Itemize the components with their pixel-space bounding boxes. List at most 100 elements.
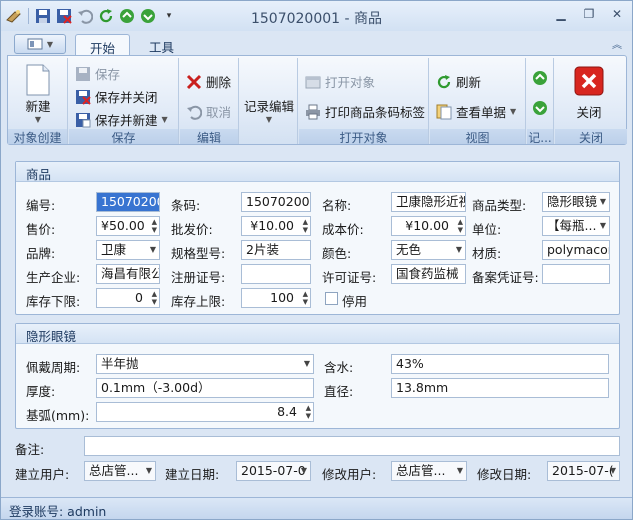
record-field[interactable] [542, 264, 610, 284]
open-object-icon [305, 76, 321, 88]
record-edit-button[interactable]: 记录编辑 ▼ [242, 96, 296, 124]
open-object-button[interactable]: 打开对象 [305, 72, 375, 91]
disabled-checkbox[interactable] [325, 292, 338, 305]
save-new-button[interactable]: 保存并新建 ▼ [75, 110, 168, 129]
undo-label: 取消 [206, 105, 232, 120]
save-button[interactable]: 保存 [75, 64, 120, 83]
water-value: 43% [396, 356, 424, 371]
save-close-button[interactable]: 保存并关闭 [75, 87, 158, 106]
material-value: polymacon [547, 242, 610, 257]
spec-field[interactable]: 2片装 [241, 240, 311, 260]
refresh-label: 刷新 [456, 75, 482, 90]
spec-label: 规格型号: [171, 246, 226, 261]
group-label: 编辑 [180, 129, 238, 145]
chevron-down-icon: ▼ [145, 466, 152, 475]
close-window-icon[interactable]: ✕ [608, 5, 626, 23]
spinner-icon[interactable]: ▲ ▼ [152, 218, 157, 234]
new-button[interactable]: 新建 ▼ [16, 64, 60, 124]
modifier-select[interactable]: 总店管... ▼ [391, 461, 467, 481]
note-field[interactable] [84, 436, 620, 456]
group-save: 保存 保存并关闭 保存并新建 ▼ 保存 [69, 58, 179, 145]
regno-field[interactable] [241, 264, 311, 284]
name-value: 卫康隐形近视 [396, 194, 466, 209]
tab-tools[interactable]: 工具 [135, 34, 188, 56]
stock-min-value: 0 [135, 290, 143, 305]
spinner-icon[interactable]: ▲ ▼ [303, 290, 308, 306]
app-menu-button[interactable]: ▼ [14, 34, 66, 54]
unit-select[interactable]: 【每瓶... ▼ [542, 216, 610, 236]
chevron-down-icon: ▼ [599, 221, 606, 230]
maker-field[interactable]: 海昌有限公 [96, 264, 160, 284]
save-close-label: 保存并关闭 [95, 90, 158, 105]
save-close-icon [76, 89, 91, 105]
brand-value: 卫康 [101, 242, 127, 257]
spinner-icon[interactable]: ▲ ▼ [306, 404, 311, 420]
wholesale-field[interactable]: ¥10.00 ▲ ▼ [241, 216, 311, 236]
restore-icon[interactable]: ❐ [580, 5, 598, 23]
code-label: 编号: [26, 198, 56, 213]
group-label: 对象创建 [8, 129, 67, 145]
close-label: 关闭 [576, 105, 602, 120]
previous-record-button[interactable] [532, 70, 548, 86]
code-value: 1507020001 [101, 194, 159, 209]
spec-value: 2片装 [246, 242, 279, 257]
price-value: ¥50.00 [101, 218, 145, 233]
brand-select[interactable]: 卫康 ▼ [96, 240, 160, 260]
color-select[interactable]: 无色 ▼ [391, 240, 466, 260]
move-down-icon [533, 101, 547, 115]
spinner-icon[interactable]: ▲ ▼ [303, 218, 308, 234]
creator-value: 总店管... [89, 463, 139, 478]
lens-panel-title: 隐形眼镜 [16, 324, 619, 344]
barcode-field[interactable]: 1507020001 [241, 192, 311, 212]
license-field[interactable]: 国食药监械 [391, 264, 466, 284]
creator-select[interactable]: 总店管... ▼ [84, 461, 156, 481]
move-up-icon [533, 71, 547, 85]
refresh-button[interactable]: 刷新 [436, 72, 481, 91]
chevron-down-icon: ▼ [34, 115, 42, 124]
undo-icon [187, 105, 202, 120]
minimize-icon[interactable]: ▁ [552, 5, 570, 23]
wear-cycle-select[interactable]: 半年抛 ▼ [96, 354, 314, 374]
thickness-field[interactable]: 0.1mm（-3.00d） [96, 378, 314, 398]
print-label-button[interactable]: 打印商品条码标签 [305, 102, 425, 121]
diameter-field[interactable]: 13.8mm [391, 378, 609, 398]
menu-icon [27, 38, 43, 50]
stock-max-field[interactable]: 100 ▲ ▼ [241, 288, 311, 308]
maker-label: 生产企业: [26, 270, 81, 285]
name-field[interactable]: 卫康隐形近视 [391, 192, 466, 212]
material-field[interactable]: polymacon [542, 240, 610, 260]
material-label: 材质: [472, 246, 502, 261]
create-date-label: 建立日期: [165, 467, 220, 482]
record-edit-label: 记录编辑 [243, 99, 294, 114]
stock-min-field[interactable]: 0 ▲ ▼ [96, 288, 160, 308]
view-documents-button[interactable]: 查看单据 ▼ [436, 102, 516, 121]
water-field[interactable]: 43% [391, 354, 609, 374]
product-type-label: 商品类型: [472, 198, 527, 213]
cost-field[interactable]: ¥10.00 ▲ ▼ [391, 216, 466, 236]
ribbon-tabs: ▼ 开始 工具 ︽ [1, 31, 632, 56]
undo-button[interactable]: 取消 [186, 102, 231, 121]
chevron-down-icon: ▼ [149, 245, 156, 254]
record-label: 备案凭证号: [472, 270, 539, 285]
next-record-button[interactable] [532, 100, 548, 116]
chevron-down-icon: ▼ [599, 197, 606, 206]
group-label: 记... [527, 129, 553, 145]
unit-value: 【每瓶... [547, 218, 597, 233]
create-date-picker[interactable]: 2015-07-0 ▼ [236, 461, 311, 481]
maker-value: 海昌有限公 [101, 266, 160, 281]
close-button[interactable]: 关闭 [567, 66, 611, 121]
disabled-label: 停用 [342, 294, 368, 309]
tab-home[interactable]: 开始 [75, 34, 131, 56]
spinner-icon[interactable]: ▲ ▼ [152, 290, 157, 306]
product-type-select[interactable]: 隐形眼镜 ▼ [542, 192, 610, 212]
modify-date-picker[interactable]: 2015-07-(▼ [547, 461, 620, 481]
base-curve-field[interactable]: 8.4 ▲ ▼ [96, 402, 314, 422]
chevron-down-icon: ▼ [455, 245, 462, 254]
print-label: 打印商品条码标签 [325, 105, 426, 120]
collapse-ribbon-icon[interactable]: ︽ [612, 36, 622, 51]
spinner-icon[interactable]: ▲ ▼ [458, 218, 463, 234]
price-field[interactable]: ¥50.00 ▲ ▼ [96, 216, 160, 236]
code-field[interactable]: 1507020001 [96, 192, 160, 212]
delete-button[interactable]: 删除 [186, 72, 231, 91]
refresh-icon [437, 74, 451, 88]
